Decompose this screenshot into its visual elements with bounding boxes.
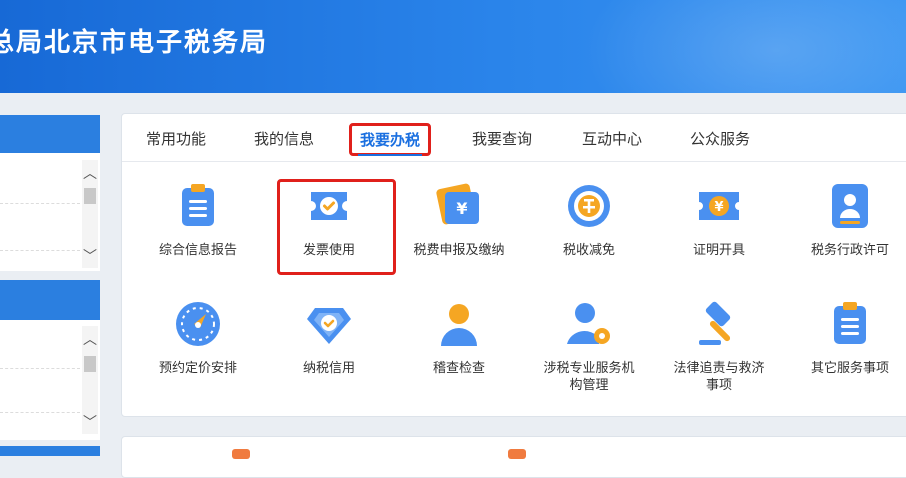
svg-text:¥: ¥ xyxy=(714,200,723,215)
service-label: 预约定价安排 xyxy=(158,361,237,376)
svg-text:¥: ¥ xyxy=(456,199,467,218)
service-label: 证明开具 xyxy=(692,243,745,258)
service-label: 纳税信用 xyxy=(302,361,355,376)
certificate-icon: ¥ xyxy=(699,192,739,220)
service-label: 税费申报及缴纳 xyxy=(413,243,505,258)
chevron-down-icon[interactable]: ﹀ xyxy=(83,250,97,264)
sidebar-divider xyxy=(0,250,80,251)
license-icon xyxy=(832,184,868,228)
orange-badge xyxy=(232,449,250,459)
service-label: 稽查检查 xyxy=(432,361,485,376)
clipboard-icon xyxy=(834,302,866,344)
service-label: 税收减免 xyxy=(562,243,615,258)
tab-common[interactable]: 常用功能 xyxy=(146,128,206,149)
service-label: 法律追责与救济 事项 xyxy=(673,361,765,393)
chevron-up-icon[interactable]: ︿ xyxy=(83,167,97,181)
site-title: 总局北京市电子税务局 xyxy=(0,28,269,58)
chevron-down-icon[interactable]: ﹀ xyxy=(83,416,97,430)
chevron-up-icon[interactable]: ︿ xyxy=(83,333,97,347)
sidebar-divider xyxy=(0,203,80,204)
sidebar-scroll-thumb-2[interactable] xyxy=(84,356,96,372)
agent-gear-icon xyxy=(567,303,610,344)
site-header: 总局北京市电子税务局 xyxy=(0,0,906,93)
sidebar-section-header-3[interactable] xyxy=(0,446,100,456)
service-label: 涉税专业服务机 构管理 xyxy=(543,361,635,393)
tab-my-info[interactable]: 我的信息 xyxy=(254,128,314,149)
service-label: 其它服务事项 xyxy=(810,361,889,376)
tax-reduction-icon xyxy=(568,185,610,227)
compass-icon xyxy=(176,302,220,346)
sidebar-divider xyxy=(0,368,80,369)
inspector-icon xyxy=(441,304,477,346)
sidebar-divider xyxy=(0,412,80,413)
sidebar-section-header-2[interactable] xyxy=(0,280,100,320)
credit-diamond-icon xyxy=(307,308,351,344)
sidebar-section-header-1[interactable] xyxy=(0,115,100,153)
sidebar-scroll-thumb-1[interactable] xyxy=(84,188,96,204)
tab-tax-handling[interactable]: 我要办税 xyxy=(349,123,432,156)
invoice-highlight-box xyxy=(277,179,396,275)
gavel-icon xyxy=(699,301,731,345)
orange-badge xyxy=(508,449,526,459)
service-label: 税务行政许可 xyxy=(810,243,889,258)
bottom-card xyxy=(121,436,906,478)
report-icon xyxy=(182,184,214,226)
service-label: 综合信息报告 xyxy=(158,243,237,258)
tab-public-service[interactable]: 公众服务 xyxy=(690,128,750,149)
tab-query[interactable]: 我要查询 xyxy=(472,128,532,149)
tab-interaction[interactable]: 互动中心 xyxy=(582,128,642,149)
tax-declaration-icon: ¥ xyxy=(436,183,479,225)
service-panel: 常用功能 我的信息 我要办税 我要查询 互动中心 公众服务 综合信息报告 发票使… xyxy=(121,113,906,417)
tab-bar: 常用功能 我的信息 我要办税 我要查询 互动中心 公众服务 xyxy=(122,114,906,162)
